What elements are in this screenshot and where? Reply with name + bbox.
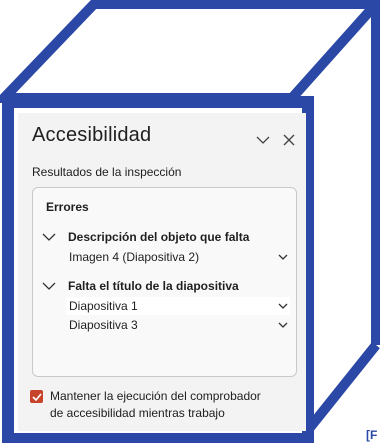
group-missing-alt-text[interactable]: Descripción del objeto que falta [42,228,292,246]
result-item-imagen-4[interactable]: Imagen 4 (Diapositiva 2) [66,248,290,266]
label-line-2: de accesibilidad mientras trabajo [50,406,225,420]
corner-text-fragment: [F [366,428,378,442]
checkmark-icon [31,392,42,401]
chevron-down-icon[interactable] [278,322,288,329]
close-pane-button[interactable] [280,131,298,149]
keep-checker-running-checkbox[interactable] [30,390,43,403]
accessibility-pane: Accesibilidad Resultados de la inspecció… [18,113,306,431]
chevron-down-icon[interactable] [278,254,288,261]
chevron-down-icon [42,233,56,241]
result-item-diapositiva-1[interactable]: Diapositiva 1 [66,297,290,315]
result-item-label: Imagen 4 (Diapositiva 2) [69,250,200,264]
chevron-down-icon[interactable] [278,303,288,310]
label-line-1: Mantener la ejecución del comprobador [50,389,261,403]
chevron-down-icon [256,136,270,144]
collapse-pane-button[interactable] [254,131,272,149]
result-item-diapositiva-3[interactable]: Diapositiva 3 [66,316,290,334]
group-missing-slide-title[interactable]: Falta el título de la diapositiva [42,277,292,295]
errors-section-header: Errores [46,200,89,214]
result-item-label: Diapositiva 3 [69,318,138,332]
inspection-results-list: Errores Descripción del objeto que falta… [32,187,297,377]
cube-top-face [0,0,380,103]
chevron-down-icon [42,282,56,290]
pane-title: Accesibilidad [32,124,152,146]
group-label: Falta el título de la diapositiva [68,279,239,293]
keep-checker-running-option[interactable]: Mantener la ejecución del comprobador de… [30,388,300,422]
inspection-results-label: Resultados de la inspección [32,165,182,179]
group-label: Descripción del objeto que falta [68,230,250,244]
close-icon [283,134,295,146]
result-item-label: Diapositiva 1 [69,299,138,313]
keep-checker-running-label: Mantener la ejecución del comprobador de… [50,388,261,422]
